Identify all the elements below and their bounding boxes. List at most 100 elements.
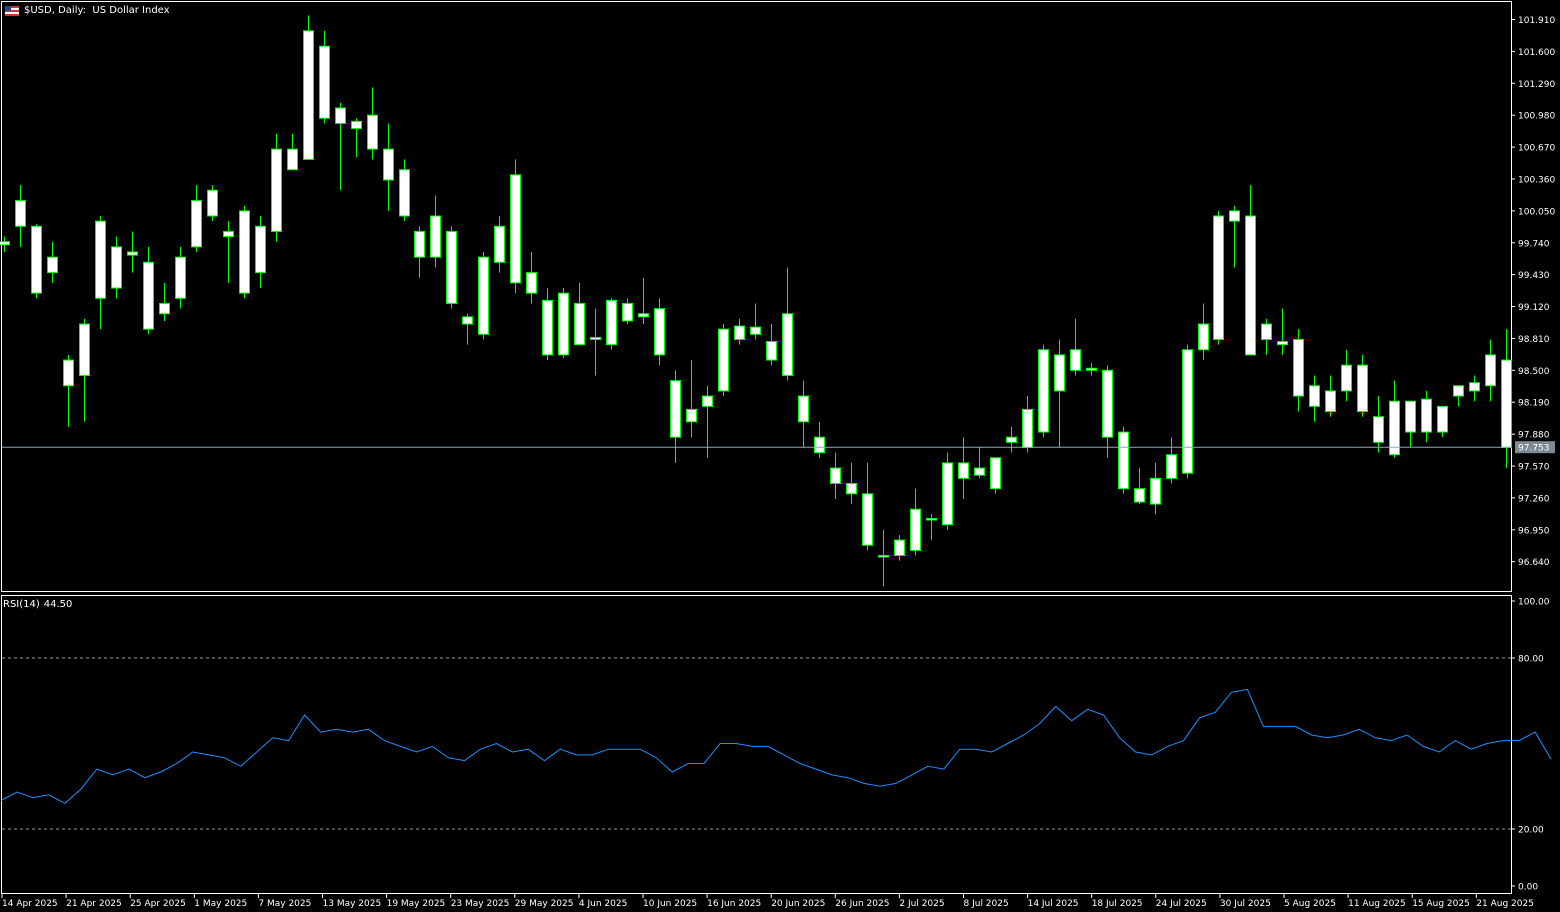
candle-body [926,517,937,521]
candle-body [670,380,681,438]
price-axis-label: 99.430 [1518,271,1550,281]
price-axis-label: 97.880 [1518,431,1550,441]
candle-body [574,302,585,346]
candle-body [1325,390,1336,412]
date-axis-label: 11 Aug 2025 [1348,899,1406,909]
rsi-value: 44.50 [43,599,73,610]
price-chart[interactable]: 101.910 101.600 101.290 100.980 100.670 100.3… [0,0,1560,912]
candle-body [1086,367,1097,371]
rsi-header: RSI(14) 44.50 [3,599,72,610]
date-axis-label: 25 Apr 2025 [130,899,186,909]
candle-body [1134,488,1145,503]
date-axis-label: 2 Jul 2025 [899,899,944,909]
candle-body [878,555,889,558]
candle-body [430,215,441,258]
candle-body [974,467,985,476]
candle-body [1437,405,1448,433]
date-axis-label: 24 Jul 2025 [1156,899,1207,909]
candle-body [1293,338,1304,397]
rsi-axis-label: 0.00 [1518,883,1538,893]
date-axis-label: 20 Jun 2025 [771,899,825,909]
candle-body [910,508,921,551]
candle-body [159,302,170,315]
price-axis-label: 99.740 [1518,239,1550,249]
rsi-axis-label: 80.00 [1518,655,1544,665]
candle-body [1118,431,1129,490]
candle-body [1469,382,1480,392]
candle-body [846,483,857,495]
date-axis-label: 16 Jun 2025 [707,899,761,909]
candle-body [1309,385,1320,407]
price-panel-frame [1,1,1512,592]
candle-body [1501,359,1512,448]
candle-body [734,325,745,340]
candle-body [782,313,793,376]
date-axis-label: 7 May 2025 [258,899,311,909]
candle-body [510,174,521,284]
candle-body [494,225,505,263]
current-price-label: 97.753 [1518,444,1550,454]
candle-body [31,225,42,294]
price-axis-label: 100.670 [1518,144,1555,154]
candle-body [1421,398,1432,433]
candle-body [590,336,601,340]
candle-body [63,359,74,387]
date-axis-label: 30 Jul 2025 [1220,899,1271,909]
candle-body [15,200,26,227]
candle-body [1405,400,1416,433]
candle-body [478,256,489,335]
candle-body [526,272,537,294]
candle-body [1022,408,1033,448]
candle-body [239,210,250,294]
candle-body [830,467,841,485]
candle-body [1229,210,1240,222]
price-axis-label: 98.190 [1518,399,1550,409]
candle-body [287,148,298,171]
candle-body [1006,436,1017,443]
candle-body [47,256,58,274]
candle-body [143,261,154,330]
rsi-axis-label: 20.00 [1518,826,1544,836]
date-axis-label: 29 May 2025 [515,899,574,909]
candle-body [686,408,697,423]
candle-body [303,30,314,160]
candle-body [814,436,825,454]
candle-body [1070,349,1081,371]
rsi-name: RSI(14) [3,599,40,610]
candles-group [0,15,1512,587]
candle-body [1213,215,1224,340]
candle-body [702,395,713,407]
date-axis-label: 26 Jun 2025 [835,899,889,909]
candle-body [894,539,905,557]
candle-body [399,169,410,217]
candle-body [1277,341,1288,346]
price-axis-label: 96.950 [1518,526,1550,536]
candle-body [383,148,394,181]
candle-body [1102,369,1113,438]
price-axis-label: 97.260 [1518,494,1550,504]
date-axis-label: 14 Jul 2025 [1028,899,1079,909]
candle-body [1357,364,1368,412]
candle-body [718,328,729,392]
rsi-axis-label: 100.00 [1518,598,1550,608]
candle-body [1341,364,1352,392]
candle-body [414,230,425,258]
candle-body [958,462,969,479]
candle-body [335,107,346,124]
candle-body [766,341,777,361]
candle-body [111,246,122,289]
price-axis-label: 100.050 [1518,207,1555,217]
price-axis-label: 100.360 [1518,175,1555,185]
candle-body [1485,354,1496,387]
date-axis-label: 5 Aug 2025 [1284,899,1336,909]
candle-body [990,457,1001,490]
candle-body [1245,215,1256,356]
rsi-line [0,688,1552,805]
rsi-panel-frame [1,595,1512,894]
candle-body [191,200,202,248]
candle-body [462,316,473,325]
candle-body [1453,385,1464,397]
price-axis-label: 100.980 [1518,112,1555,122]
candle-body [558,292,569,356]
candle-body [319,45,330,119]
